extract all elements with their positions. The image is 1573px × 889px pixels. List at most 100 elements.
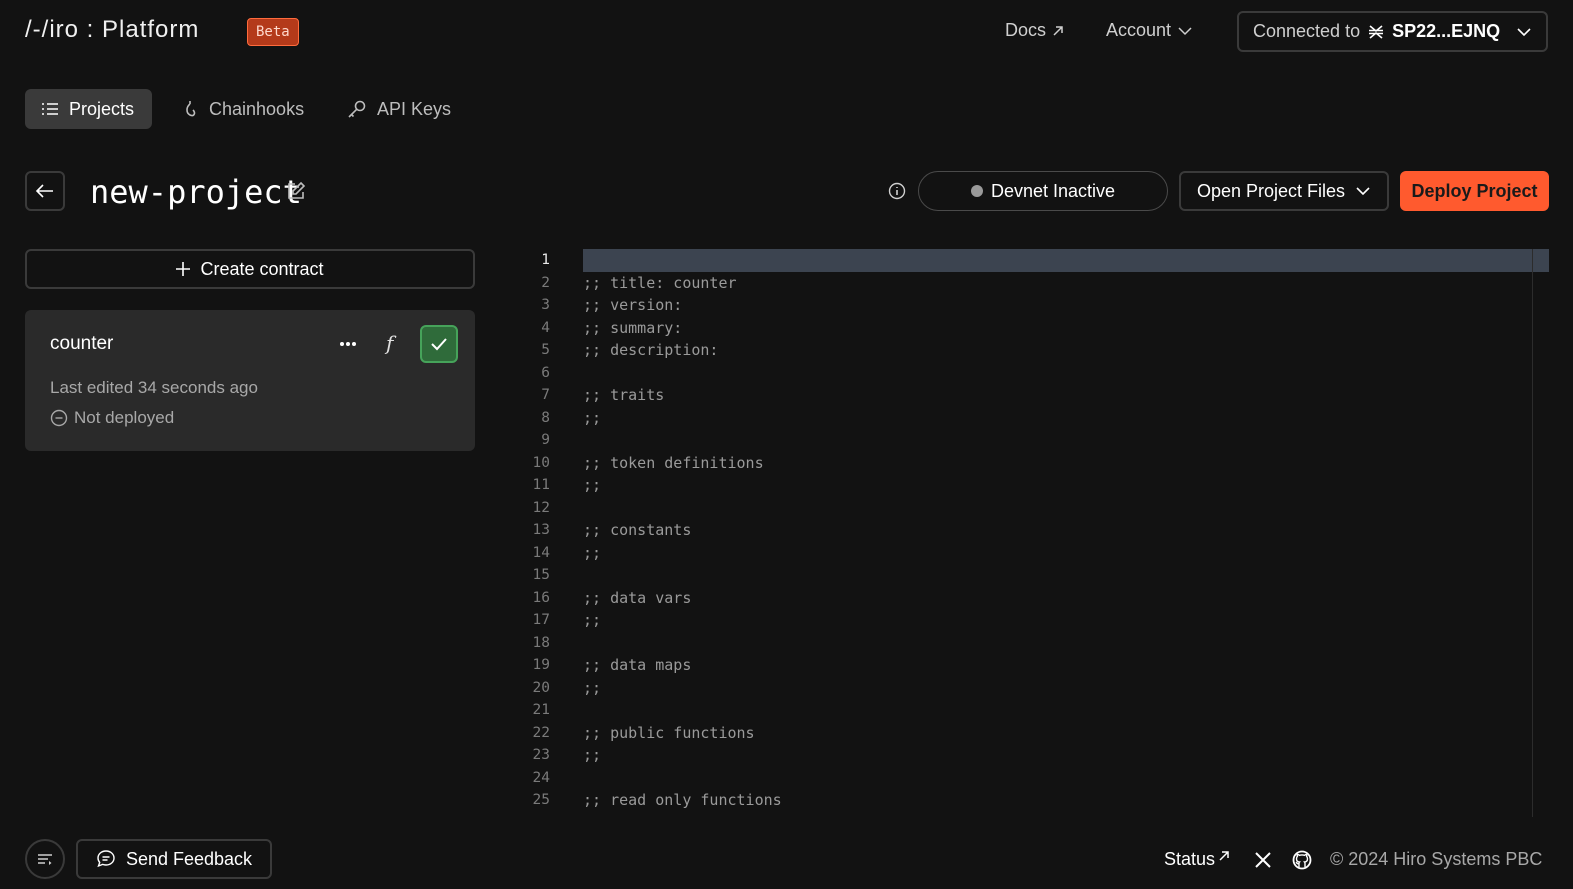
code-line[interactable]: 2 ;; title: counter	[520, 272, 1549, 295]
code-line[interactable]: 12	[520, 497, 1549, 520]
line-number: 7	[541, 387, 550, 404]
copyright-text: © 2024 Hiro Systems PBC	[1330, 849, 1543, 869]
code-text: ;; token definitions	[583, 453, 764, 472]
beta-badge: Beta	[247, 18, 299, 46]
contract-name: counter	[50, 333, 114, 354]
menu-toggle-button[interactable]	[25, 839, 65, 879]
code-text: ;; constants	[583, 521, 692, 540]
code-line[interactable]: 4 ;; summary:	[520, 317, 1549, 340]
list-filter-icon	[38, 854, 52, 865]
editor-scrollbar[interactable]	[1532, 249, 1533, 817]
code-line[interactable]: 16 ;; data vars	[520, 587, 1549, 610]
list-icon	[42, 103, 58, 115]
key-icon	[348, 100, 366, 118]
create-contract-button[interactable]: Create contract	[25, 249, 475, 289]
contract-card[interactable]: counter f Last edited 34 seconds ago Not…	[25, 310, 475, 451]
status-dot	[970, 185, 983, 197]
code-line[interactable]: 9	[520, 429, 1549, 452]
code-line[interactable]: 8;;	[520, 407, 1549, 430]
code-text: ;; read only functions	[583, 791, 782, 810]
line-number: 25	[532, 792, 550, 809]
line-number: 21	[532, 702, 550, 719]
code-line[interactable]: 5 ;; description:	[520, 339, 1549, 362]
plus-icon	[176, 262, 191, 276]
connected-label: Connected to	[1253, 21, 1361, 41]
function-icon[interactable]: f	[386, 331, 393, 355]
tab-chainhooks[interactable]: Chainhooks	[165, 89, 320, 129]
send-feedback-button[interactable]: Send Feedback	[76, 839, 272, 879]
deploy-project-button[interactable]: Deploy Project	[1400, 171, 1549, 211]
line-number: 11	[532, 477, 550, 494]
open-project-files-button[interactable]: Open Project Files	[1179, 171, 1389, 211]
code-line[interactable]: 19 ;; data maps	[520, 654, 1549, 677]
code-line[interactable]: 1	[520, 249, 1549, 272]
hiro-logo[interactable]: /-/iro : Platform	[25, 16, 199, 44]
code-text: ;;	[583, 678, 602, 697]
code-text: ;;	[583, 476, 602, 495]
tab-api-keys-label: API Keys	[377, 98, 452, 119]
create-contract-label: Create contract	[200, 258, 324, 279]
line-number: 9	[541, 432, 550, 449]
x-twitter-icon[interactable]	[1254, 851, 1272, 869]
tab-chainhooks-label: Chainhooks	[209, 98, 305, 119]
line-number: 16	[532, 589, 550, 606]
line-number: 5	[541, 342, 550, 359]
line-number: 17	[532, 612, 550, 629]
github-icon[interactable]	[1292, 850, 1312, 870]
code-text: ;;	[583, 408, 602, 427]
status-link[interactable]: Status	[1164, 849, 1230, 870]
code-text: ;; data maps	[583, 656, 692, 675]
code-text: ;; data vars	[583, 588, 692, 607]
code-editor[interactable]: 1 2;; title: counter 3;; version: 4;; summa…	[520, 249, 1549, 817]
edit-icon[interactable]	[286, 181, 306, 201]
code-line[interactable]: 20;;	[520, 677, 1549, 700]
line-number: 20	[532, 679, 550, 696]
code-line[interactable]: 23;;	[520, 744, 1549, 767]
chevron-down-icon	[1517, 27, 1531, 36]
arrow-left-icon	[35, 184, 53, 198]
code-line[interactable]: 6	[520, 362, 1549, 385]
account-menu[interactable]: Account	[1106, 20, 1193, 41]
wallet-connect-button[interactable]: Connected to SP22...EJNQ	[1237, 11, 1548, 52]
code-text: ;; public functions	[583, 723, 755, 742]
tab-projects-label: Projects	[69, 98, 135, 119]
info-icon[interactable]	[888, 182, 906, 200]
back-button[interactable]	[25, 171, 65, 211]
code-line[interactable]: 25 ;; read only functions	[520, 789, 1549, 812]
code-text: ;;	[583, 611, 602, 630]
code-line[interactable]: 15	[520, 564, 1549, 587]
current-line-highlight	[583, 249, 1549, 272]
open-files-label: Open Project Files	[1196, 180, 1346, 201]
stacks-icon	[1369, 24, 1384, 39]
line-number: 8	[541, 409, 550, 426]
code-text: ;; summary:	[583, 318, 683, 337]
devnet-status-label: Devnet Inactive	[990, 180, 1116, 201]
chevron-down-icon	[1356, 187, 1370, 196]
wallet-address: SP22...EJNQ	[1392, 21, 1501, 41]
check-icon	[431, 338, 447, 351]
code-text: ;; version:	[583, 296, 683, 315]
line-number: 23	[532, 747, 550, 764]
last-edited-text: Last edited 34 seconds ago	[50, 378, 258, 397]
devnet-status-button[interactable]: Devnet Inactive	[918, 171, 1168, 211]
tab-api-keys[interactable]: API Keys	[331, 89, 467, 129]
chevron-down-icon	[1178, 26, 1192, 35]
code-line[interactable]: 17;;	[520, 609, 1549, 632]
code-line[interactable]: 10 ;; token definitions	[520, 452, 1549, 475]
tab-projects[interactable]: Projects	[25, 89, 152, 129]
line-number: 12	[532, 499, 550, 516]
account-label: Account	[1106, 20, 1172, 40]
code-line[interactable]: 24	[520, 767, 1549, 790]
code-line[interactable]: 18	[520, 632, 1549, 655]
code-line[interactable]: 14;;	[520, 542, 1549, 565]
more-icon[interactable]	[338, 337, 358, 351]
code-line[interactable]: 22 ;; public functions	[520, 722, 1549, 745]
code-line[interactable]: 7 ;; traits	[520, 384, 1549, 407]
code-line[interactable]: 21	[520, 699, 1549, 722]
code-line[interactable]: 11;;	[520, 474, 1549, 497]
code-line[interactable]: 3 ;; version:	[520, 294, 1549, 317]
code-line[interactable]: 13 ;; constants	[520, 519, 1549, 542]
check-button[interactable]	[420, 325, 458, 363]
line-number: 18	[532, 634, 550, 651]
docs-link[interactable]: Docs	[1005, 20, 1064, 41]
